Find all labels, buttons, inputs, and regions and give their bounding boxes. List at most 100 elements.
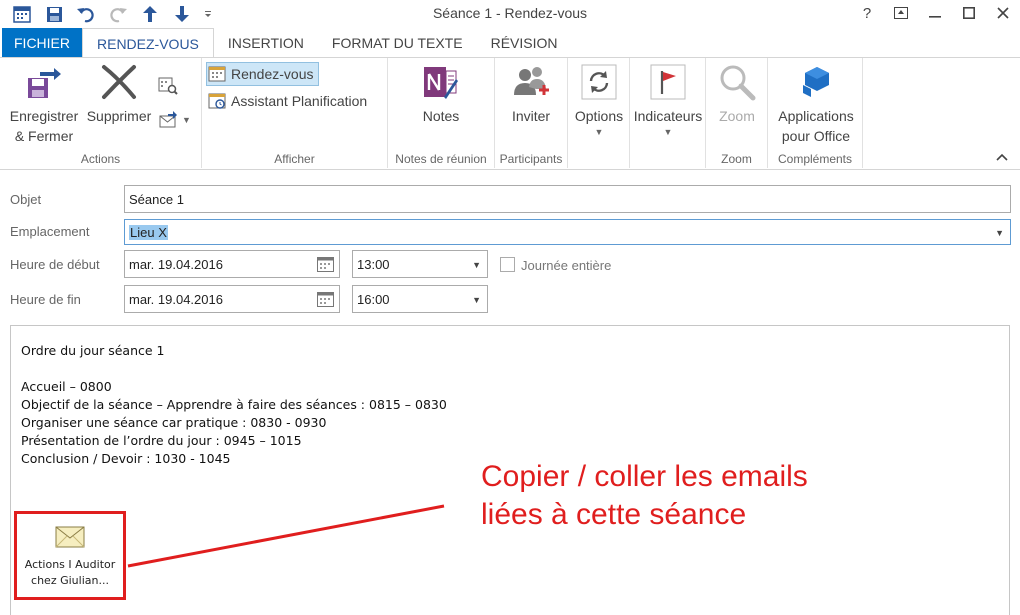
arrow-down-icon[interactable] [166,3,198,25]
scheduling-assistant-label: Assistant Planification [231,93,368,109]
customize-qat-icon[interactable] [198,3,218,25]
apps-label-1: Applications [778,108,854,124]
arrow-up-icon[interactable] [134,3,166,25]
apps-for-office-button[interactable]: Applications pour Office [770,62,862,146]
tab-insertion[interactable]: INSERTION [214,28,318,58]
save-close-icon [24,62,64,102]
ribbon: Enregistrer & Fermer Supprimer ▼ Actions [0,58,1020,170]
chevron-down-icon[interactable]: ▼ [472,295,481,305]
calendar-search-icon [158,76,178,96]
save-close-button[interactable]: Enregistrer & Fermer [6,62,82,146]
quick-access-toolbar [6,3,218,25]
collapse-ribbon-icon[interactable] [996,150,1008,164]
chevron-down-icon[interactable]: ▼ [472,260,481,270]
maximize-button[interactable] [952,0,986,26]
indicators-label: Indicateurs [633,108,703,124]
chevron-down-icon: ▼ [594,127,604,137]
body-line: Présentation de l’ordre du jour : 0945 –… [21,433,302,448]
invite-people-icon [511,62,551,102]
tab-revision[interactable]: RÉVISION [477,28,572,58]
group-options: Options ▼ [568,58,630,168]
scheduling-assistant-button[interactable]: Assistant Planification [207,89,367,113]
options-button[interactable]: Options ▼ [571,62,627,138]
start-time-label: Heure de début [10,257,100,272]
calendar-app-icon[interactable] [6,3,38,25]
group-label-afficher: Afficher [274,152,315,166]
undo-icon[interactable] [70,3,102,25]
all-day-label: Journée entière [521,258,612,273]
ribbon-tabs: FICHIER RENDEZ-VOUS INSERTION FORMAT DU … [0,28,1020,59]
body-line: Organiser une séance car pratique : 0830… [21,415,327,430]
minimize-button[interactable] [918,0,952,26]
annotation-line-2: liées à cette séance [481,498,747,531]
title-bar: Séance 1 - Rendez-vous ? [0,0,1020,28]
group-notes: Notes Notes de réunion [388,58,495,168]
body-line: Objectif de la séance – Apprendre à fair… [21,397,447,412]
location-label: Emplacement [10,224,90,239]
start-time-select[interactable]: 13:00 ▼ [352,250,488,278]
start-date-input[interactable]: mar. 19.04.2016 [124,250,340,278]
invite-label: Inviter [511,108,551,124]
flag-icon [648,62,688,102]
calendar-view-button[interactable] [158,74,182,98]
delete-button[interactable]: Supprimer [84,62,154,126]
calendar-icon[interactable] [317,257,334,275]
end-date-value: mar. 19.04.2016 [129,291,223,307]
close-button[interactable] [986,0,1020,26]
calendar-icon[interactable] [317,292,334,310]
annotation-line-1: Copier / coller les emails [481,460,808,493]
subject-input[interactable]: Séance 1 [124,185,1011,213]
tab-format-texte[interactable]: FORMAT DU TEXTE [318,28,477,58]
indicators-button[interactable]: Indicateurs ▼ [633,62,703,138]
tab-rendez-vous[interactable]: RENDEZ-VOUS [82,28,214,59]
body-line: Ordre du jour séance 1 [21,343,165,358]
subject-label: Objet [10,192,42,207]
office-apps-cubes-icon [796,62,836,102]
end-date-input[interactable]: mar. 19.04.2016 [124,285,340,313]
ribbon-display-options-button[interactable] [884,0,918,26]
zoom-button[interactable]: Zoom [710,62,764,126]
window-controls: ? [850,0,1020,26]
envelope-icon [55,526,85,551]
appointment-calendar-icon [207,64,227,84]
location-input[interactable]: Lieu X ▼ [124,219,1011,245]
save-close-label-2: & Fermer [14,128,74,144]
all-day-checkbox[interactable] [500,257,515,272]
chevron-down-icon: ▼ [182,115,191,125]
location-value: Lieu X [129,224,168,240]
attachment-label-2: chez Giulian... [31,574,109,587]
email-attachment[interactable]: Actions I Auditor chez Giulian... [14,511,126,600]
notes-button[interactable]: Notes [408,62,474,126]
end-time-value: 16:00 [357,291,390,307]
group-label-zoom: Zoom [721,152,752,166]
redo-icon[interactable] [102,3,134,25]
group-actions: Enregistrer & Fermer Supprimer ▼ Actions [0,58,202,168]
invite-button[interactable]: Inviter [499,62,563,126]
end-time-label: Heure de fin [10,292,81,307]
forward-button[interactable]: ▼ [158,108,191,132]
start-time-value: 13:00 [357,256,390,272]
group-participants: Inviter Participants [495,58,568,168]
body-line: Conclusion / Devoir : 1030 - 1045 [21,451,231,466]
chevron-down-icon[interactable]: ▼ [995,228,1004,238]
group-label-actions: Actions [80,152,121,166]
group-complements: Applications pour Office Compléments [768,58,863,168]
delete-x-icon [99,62,139,102]
group-label-participants: Participants [499,152,563,166]
appointment-view-label: Rendez-vous [231,66,314,82]
start-date-value: mar. 19.04.2016 [129,256,223,272]
scheduling-calendar-icon [207,91,227,111]
group-zoom: Zoom Zoom [706,58,768,168]
tab-fichier[interactable]: FICHIER [2,28,82,58]
notes-label: Notes [422,108,460,124]
help-button[interactable]: ? [850,0,884,26]
group-afficher: Rendez-vous Assistant Planification Affi… [202,58,388,168]
save-icon[interactable] [38,3,70,25]
end-time-select[interactable]: 16:00 ▼ [352,285,488,313]
appointment-view-button[interactable]: Rendez-vous [206,62,319,86]
options-label: Options [574,108,624,124]
delete-label: Supprimer [86,108,152,124]
save-close-label-1: Enregistrer [9,108,79,124]
magnifier-icon [717,62,757,102]
group-indicators: Indicateurs ▼ [630,58,706,168]
